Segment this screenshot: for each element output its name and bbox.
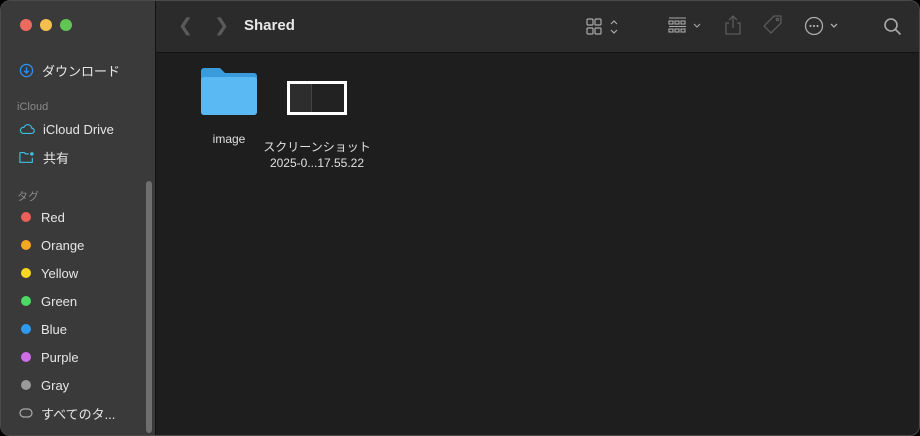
- share-icon[interactable]: [724, 14, 742, 36]
- tag-label: Gray: [41, 377, 70, 393]
- file-item-image-folder[interactable]: image: [191, 65, 267, 147]
- back-button[interactable]: ❮: [178, 15, 193, 36]
- sidebar-item-label: 共有: [43, 150, 70, 166]
- view-mode-icon[interactable]: [586, 18, 620, 36]
- file-name: image: [212, 132, 246, 146]
- sidebar-item-shared[interactable]: 共有: [19, 147, 69, 167]
- sidebar-item-label: ダウンロード: [42, 63, 121, 79]
- shared-folder-icon: [19, 151, 34, 163]
- tag-label: Red: [41, 209, 65, 225]
- tag-color-dot: [21, 352, 31, 362]
- sidebar-section-tags: タグ: [17, 191, 39, 203]
- toolbar: ❮ ❯ Shared: [156, 1, 919, 53]
- zoom-button[interactable]: [60, 19, 72, 31]
- tag-purple[interactable]: Purple: [19, 347, 79, 367]
- tag-color-dot: [21, 296, 31, 306]
- tag-color-dot: [21, 324, 31, 334]
- sidebar-item-icloud-drive[interactable]: iCloud Drive: [19, 119, 114, 139]
- tag-gray[interactable]: Gray: [19, 375, 69, 395]
- tag-orange[interactable]: Orange: [19, 235, 84, 255]
- forward-button[interactable]: ❯: [214, 15, 229, 36]
- tag-color-dot: [21, 212, 31, 222]
- sidebar: ダウンロード iCloud iCloud Drive 共有 タグ Red Ora…: [1, 1, 156, 435]
- tag-label: Yellow: [41, 265, 79, 281]
- tag-blue[interactable]: Blue: [19, 319, 67, 339]
- tag-label: すべてのタ...: [41, 406, 116, 422]
- tag-color-dot: [21, 268, 31, 278]
- search-icon[interactable]: [883, 17, 903, 37]
- more-actions-icon[interactable]: [804, 16, 840, 36]
- tag-all-tags[interactable]: すべてのタ...: [19, 403, 115, 423]
- tag-yellow[interactable]: Yellow: [19, 263, 78, 283]
- tag-color-dot: [21, 380, 31, 390]
- finder-window: ダウンロード iCloud iCloud Drive 共有 タグ Red Ora…: [0, 0, 920, 436]
- sidebar-section-icloud: iCloud: [17, 101, 49, 113]
- file-name-line2: 2025-0...17.55.22: [269, 156, 365, 170]
- window-title: Shared: [244, 17, 295, 34]
- tag-label: Green: [41, 293, 78, 309]
- sidebar-item-downloads[interactable]: ダウンロード: [19, 60, 120, 80]
- tag-label: Orange: [41, 237, 85, 253]
- tag-color-dot: [21, 240, 31, 250]
- file-item-screenshot[interactable]: スクリーンショット 2025-0...17.55.22: [261, 81, 373, 171]
- all-tags-icon: [19, 408, 33, 418]
- group-by-icon[interactable]: [668, 17, 704, 35]
- tag-icon[interactable]: [762, 14, 784, 36]
- cloud-icon: [19, 124, 35, 135]
- screenshot-thumbnail: [287, 81, 347, 115]
- sidebar-item-label: iCloud Drive: [43, 121, 114, 137]
- sidebar-scrollbar[interactable]: [146, 181, 152, 433]
- close-button[interactable]: [20, 19, 32, 31]
- minimize-button[interactable]: [40, 19, 52, 31]
- download-icon: [19, 63, 34, 77]
- tag-red[interactable]: Red: [19, 207, 65, 227]
- file-name-line1: スクリーンショット: [263, 140, 371, 154]
- tag-green[interactable]: Green: [19, 291, 77, 311]
- folder-icon: [201, 68, 257, 115]
- tag-label: Purple: [41, 349, 79, 365]
- tag-label: Blue: [41, 321, 68, 337]
- window-controls: [20, 19, 72, 31]
